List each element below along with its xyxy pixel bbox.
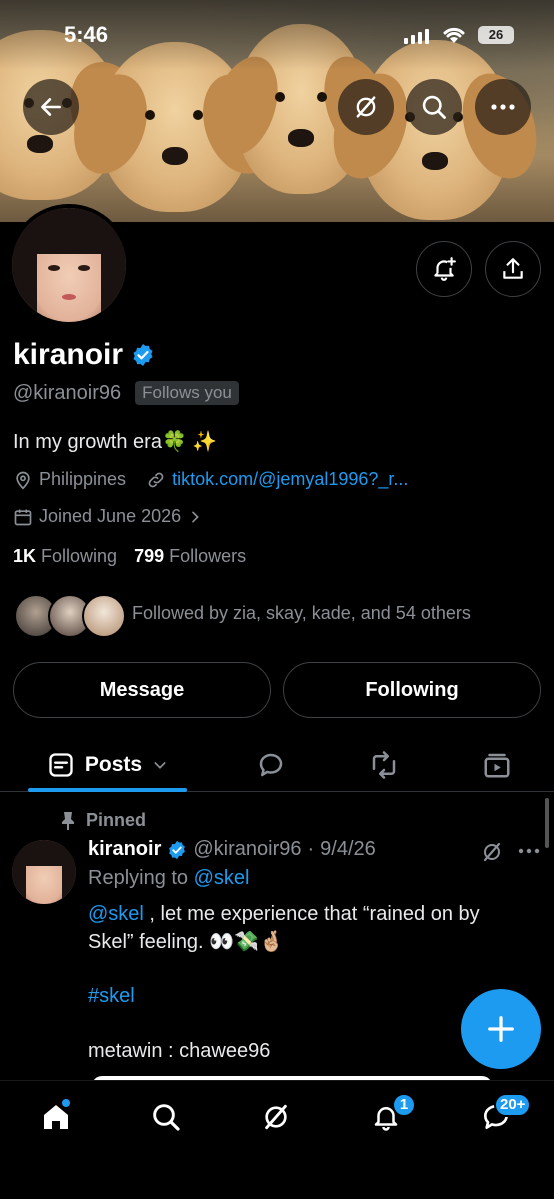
profile-name-row: kiranoir xyxy=(13,338,155,372)
more-dots-icon xyxy=(491,104,515,110)
battery-icon: 26 xyxy=(478,26,514,44)
joined-date: Joined June 2026 xyxy=(39,506,182,526)
followers-link[interactable]: 799 Followers xyxy=(134,546,246,566)
pin-icon xyxy=(62,811,74,830)
chevron-right-icon xyxy=(192,511,199,522)
following-label: Following xyxy=(41,546,118,566)
nav-grok[interactable] xyxy=(246,1097,306,1137)
post-separator: · xyxy=(307,838,315,860)
compose-button[interactable] xyxy=(461,989,541,1069)
followers-count: 799 xyxy=(134,546,165,566)
follow-counts: 1K Following 799 Followers xyxy=(13,546,246,567)
reply-bubble-icon xyxy=(259,753,283,777)
messages-badge: 20+ xyxy=(494,1093,532,1117)
replying-to: Replying to @skel xyxy=(88,867,250,890)
more-button[interactable] xyxy=(475,79,531,135)
replying-prefix: Replying to xyxy=(88,867,194,889)
message-button[interactable]: Message xyxy=(13,662,271,718)
link-icon xyxy=(148,472,164,487)
notifications-badge: 1 xyxy=(392,1093,416,1117)
tab-reposts[interactable] xyxy=(354,738,414,792)
grok-button[interactable] xyxy=(338,79,394,135)
back-button[interactable] xyxy=(23,79,79,135)
tab-replies[interactable] xyxy=(241,738,301,792)
tab-posts[interactable]: Posts xyxy=(28,738,187,792)
home-unread-dot xyxy=(62,1099,70,1107)
post-text: , let me experience that “rained on by S… xyxy=(88,903,480,953)
verified-badge-icon[interactable] xyxy=(131,343,155,367)
nav-messages[interactable]: 20+ xyxy=(466,1093,532,1137)
tab-posts-label: Posts xyxy=(84,753,143,776)
following-button[interactable]: Following xyxy=(283,662,541,718)
profile-link[interactable]: tiktok.com/@jemyal1996?_r... xyxy=(172,469,408,490)
profile-location: Philippines xyxy=(39,469,127,489)
nav-home[interactable] xyxy=(26,1097,86,1137)
post-body-line1: @skel , let me experience that “rained o… xyxy=(88,900,528,956)
location-pin-icon xyxy=(16,471,30,490)
grok-icon xyxy=(265,1104,287,1130)
status-time: 5:46 xyxy=(64,22,109,47)
chevron-down-icon xyxy=(154,762,166,769)
post-more-icon[interactable] xyxy=(518,848,540,854)
tab-media[interactable] xyxy=(467,738,527,792)
following-link[interactable]: 1K Following xyxy=(13,546,117,566)
cellular-signal-icon xyxy=(404,28,429,44)
share-icon xyxy=(503,258,523,279)
post-date: 9/4/26 xyxy=(320,838,376,860)
scrollbar[interactable] xyxy=(545,798,549,848)
post-author-handle: @kiranoir96 xyxy=(193,838,302,860)
active-tab-indicator xyxy=(28,788,187,792)
pinned-label-row: Pinned xyxy=(60,810,146,831)
post-header: kiranoir @kiranoir96 · 9/4/26 xyxy=(88,838,376,861)
search-icon xyxy=(422,95,446,119)
verified-badge-icon xyxy=(169,840,186,859)
notify-button[interactable] xyxy=(416,241,472,297)
search-button[interactable] xyxy=(406,79,462,135)
share-button[interactable] xyxy=(485,241,541,297)
mutuals-text[interactable]: Followed by zia, skay, kade, and 54 othe… xyxy=(132,603,471,624)
arrow-left-icon xyxy=(41,98,61,116)
profile-avatar[interactable] xyxy=(8,204,130,326)
nav-search[interactable] xyxy=(136,1097,196,1137)
profile-tabs: Posts xyxy=(0,738,554,792)
video-stack-icon xyxy=(484,753,510,778)
bell-plus-icon xyxy=(434,257,456,281)
nav-notifications[interactable]: 1 xyxy=(356,1093,416,1137)
search-icon xyxy=(153,1104,180,1131)
post-hashtag[interactable]: #skel xyxy=(88,982,528,1010)
followers-label: Followers xyxy=(169,546,247,566)
repost-icon xyxy=(372,751,396,779)
grok-icon[interactable] xyxy=(480,840,504,864)
profile-bio: In my growth era🍀 ✨ xyxy=(13,431,218,453)
following-count: 1K xyxy=(13,546,37,566)
joined-row[interactable]: Joined June 2026 xyxy=(13,506,203,527)
wifi-icon xyxy=(443,27,465,43)
posts-icon xyxy=(49,753,73,777)
mutual-avatars[interactable] xyxy=(14,594,126,638)
replying-to-handle[interactable]: @skel xyxy=(194,867,250,889)
mutual-avatar xyxy=(82,594,126,638)
profile-meta-row: Philippines tiktok.com/@jemyal1996?_r... xyxy=(13,469,408,490)
avatar-image xyxy=(12,208,126,322)
handle-row: @kiranoir96 Follows you xyxy=(13,381,239,405)
profile-name: kiranoir xyxy=(13,338,124,371)
status-bar: 5:46 26 xyxy=(0,22,554,52)
pinned-label: Pinned xyxy=(86,810,147,830)
profile-handle: @kiranoir96 xyxy=(13,381,122,404)
plus-icon xyxy=(488,1016,514,1042)
calendar-icon xyxy=(14,509,32,525)
post-mention[interactable]: @skel xyxy=(88,903,144,925)
post-avatar[interactable] xyxy=(12,840,76,904)
grok-icon xyxy=(356,96,376,118)
bottom-nav: 1 20+ xyxy=(0,1080,554,1199)
post-author-name[interactable]: kiranoir xyxy=(88,838,161,861)
follows-you-badge: Follows you xyxy=(135,381,239,405)
